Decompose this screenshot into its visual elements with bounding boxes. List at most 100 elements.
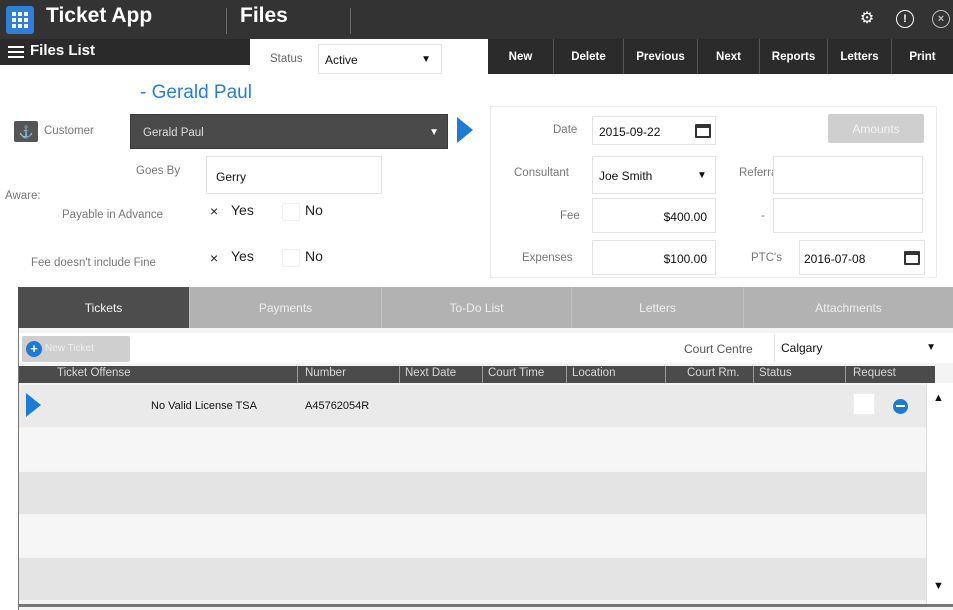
remove-icon[interactable]: [893, 399, 908, 414]
table-header: Ticket Offense Number Next Date Court Ti…: [19, 366, 935, 383]
col-location[interactable]: Location: [572, 367, 615, 379]
fee-fine-yes-check[interactable]: ×: [210, 250, 218, 266]
reports-button[interactable]: Reports: [760, 39, 828, 74]
customer-heading: - Gerald Paul: [140, 82, 252, 103]
date-value: 2015-09-22: [599, 125, 661, 139]
row-open-arrow-icon[interactable]: [26, 393, 41, 417]
date-label: Date: [553, 124, 578, 136]
consultant-label: Consultant: [514, 167, 569, 179]
amounts-button[interactable]: Amounts: [828, 114, 924, 143]
col-number[interactable]: Number: [305, 367, 346, 379]
divider: [845, 366, 846, 383]
tab-payments[interactable]: Payments: [190, 287, 382, 328]
referral-input[interactable]: [773, 156, 923, 194]
fee-fine-yes-label: Yes: [231, 248, 254, 264]
new-ticket-label: New Ticket: [45, 343, 94, 354]
fee-input[interactable]: $400.00: [592, 198, 716, 233]
customer-value: Gerald Paul: [143, 127, 204, 139]
court-centre-label: Court Centre: [684, 342, 753, 356]
user-icon[interactable]: ⚓: [14, 121, 38, 142]
status-label: Status: [270, 53, 303, 65]
divider: [753, 366, 754, 383]
court-centre-value: Calgary: [781, 341, 823, 355]
payable-no-checkbox[interactable]: [282, 203, 300, 221]
expenses-input[interactable]: $100.00: [592, 240, 716, 275]
top-bar: Ticket App Files ⚙ ! ×: [0, 0, 953, 39]
fee-fine-no-checkbox[interactable]: [282, 249, 300, 267]
next-button[interactable]: Next: [698, 39, 760, 74]
ticket-offense-cell: No Valid License TSA: [151, 400, 257, 412]
calendar-icon[interactable]: [695, 124, 711, 138]
col-request[interactable]: Request: [853, 367, 896, 379]
expenses-value: $100.00: [663, 252, 707, 266]
col-ticket-offense[interactable]: Ticket Offense: [57, 367, 131, 379]
plus-icon[interactable]: +: [26, 341, 42, 357]
divider: [226, 8, 227, 34]
court-centre-select[interactable]: Calgary ▼: [774, 334, 944, 362]
chevron-down-icon: ▼: [697, 170, 707, 181]
aware-label: Aware:: [5, 190, 41, 202]
secondary-fee-input[interactable]: [773, 198, 923, 233]
files-list-label: Files List: [30, 42, 96, 59]
print-button[interactable]: Print: [892, 39, 953, 74]
chevron-down-icon: ▼: [429, 127, 439, 138]
col-court-time[interactable]: Court Time: [488, 367, 544, 379]
gear-icon[interactable]: ⚙: [858, 10, 876, 28]
status-select[interactable]: Active ▼: [318, 44, 442, 74]
request-checkbox[interactable]: [853, 393, 875, 415]
divider: [482, 366, 483, 383]
ticket-number-cell: A45762054R: [305, 400, 370, 412]
grid-icon[interactable]: [6, 6, 34, 34]
table-row: [19, 472, 926, 514]
module-title: Files: [240, 4, 288, 27]
divider: [566, 366, 567, 383]
goes-by-input[interactable]: Gerry: [206, 156, 382, 194]
menu-icon: [8, 46, 24, 58]
tab-tickets[interactable]: Tickets: [18, 287, 190, 328]
action-bar: New Delete Previous Next Reports Letters…: [488, 39, 953, 74]
calendar-icon[interactable]: [904, 251, 920, 265]
app-title: Ticket App: [46, 4, 153, 27]
letters-button[interactable]: Letters: [828, 39, 892, 74]
date-input[interactable]: 2015-09-22: [592, 116, 716, 145]
tab-letters[interactable]: Letters: [572, 287, 744, 328]
previous-button[interactable]: Previous: [624, 39, 698, 74]
goes-by-label: Goes By: [136, 165, 181, 177]
scroll-up-icon[interactable]: ▲: [933, 392, 944, 404]
go-arrow-icon[interactable]: [457, 117, 473, 143]
scroll-down-icon[interactable]: ▼: [933, 580, 944, 592]
status-value: Active: [325, 53, 358, 67]
customer-select[interactable]: Gerald Paul ▼: [130, 114, 448, 149]
files-list-button[interactable]: Files List: [0, 39, 250, 65]
ptc-date-input[interactable]: 2016-07-08: [799, 240, 925, 275]
divider: [18, 604, 953, 607]
goes-by-value: Gerry: [216, 170, 246, 184]
payable-in-advance-label: Payable in Advance: [62, 209, 164, 221]
close-icon[interactable]: ×: [932, 10, 950, 28]
fee-fine-label: Fee doesn't include Fine: [31, 257, 156, 269]
payable-no-label: No: [305, 202, 323, 218]
payable-yes-label: Yes: [231, 202, 254, 218]
table-row[interactable]: No Valid License TSA A45762054R: [19, 385, 926, 427]
col-next-date[interactable]: Next Date: [405, 367, 456, 379]
tab-attachments[interactable]: Attachments: [744, 287, 953, 328]
customer-label: Customer: [44, 125, 94, 137]
info-icon[interactable]: !: [896, 10, 914, 28]
table-row: [19, 515, 926, 557]
tab-to-do-list[interactable]: To-Do List: [382, 287, 572, 328]
divider: [297, 366, 298, 383]
chevron-down-icon: ▼: [421, 54, 431, 65]
col-court-rm[interactable]: Court Rm.: [687, 367, 739, 379]
chevron-down-icon: ▼: [926, 342, 936, 353]
tab-bar: Tickets Payments To-Do List Letters Atta…: [18, 287, 953, 328]
payable-yes-check[interactable]: ×: [210, 203, 218, 219]
delete-button[interactable]: Delete: [554, 39, 624, 74]
new-button[interactable]: New: [488, 39, 554, 74]
fee-label: Fee: [560, 210, 580, 222]
divider: [399, 366, 400, 383]
col-status[interactable]: Status: [759, 367, 792, 379]
ptc-label: PTC's: [751, 252, 782, 264]
consultant-select[interactable]: Joe Smith ▼: [592, 156, 716, 194]
scrollbar[interactable]: [926, 383, 953, 605]
table-row: [19, 558, 926, 600]
